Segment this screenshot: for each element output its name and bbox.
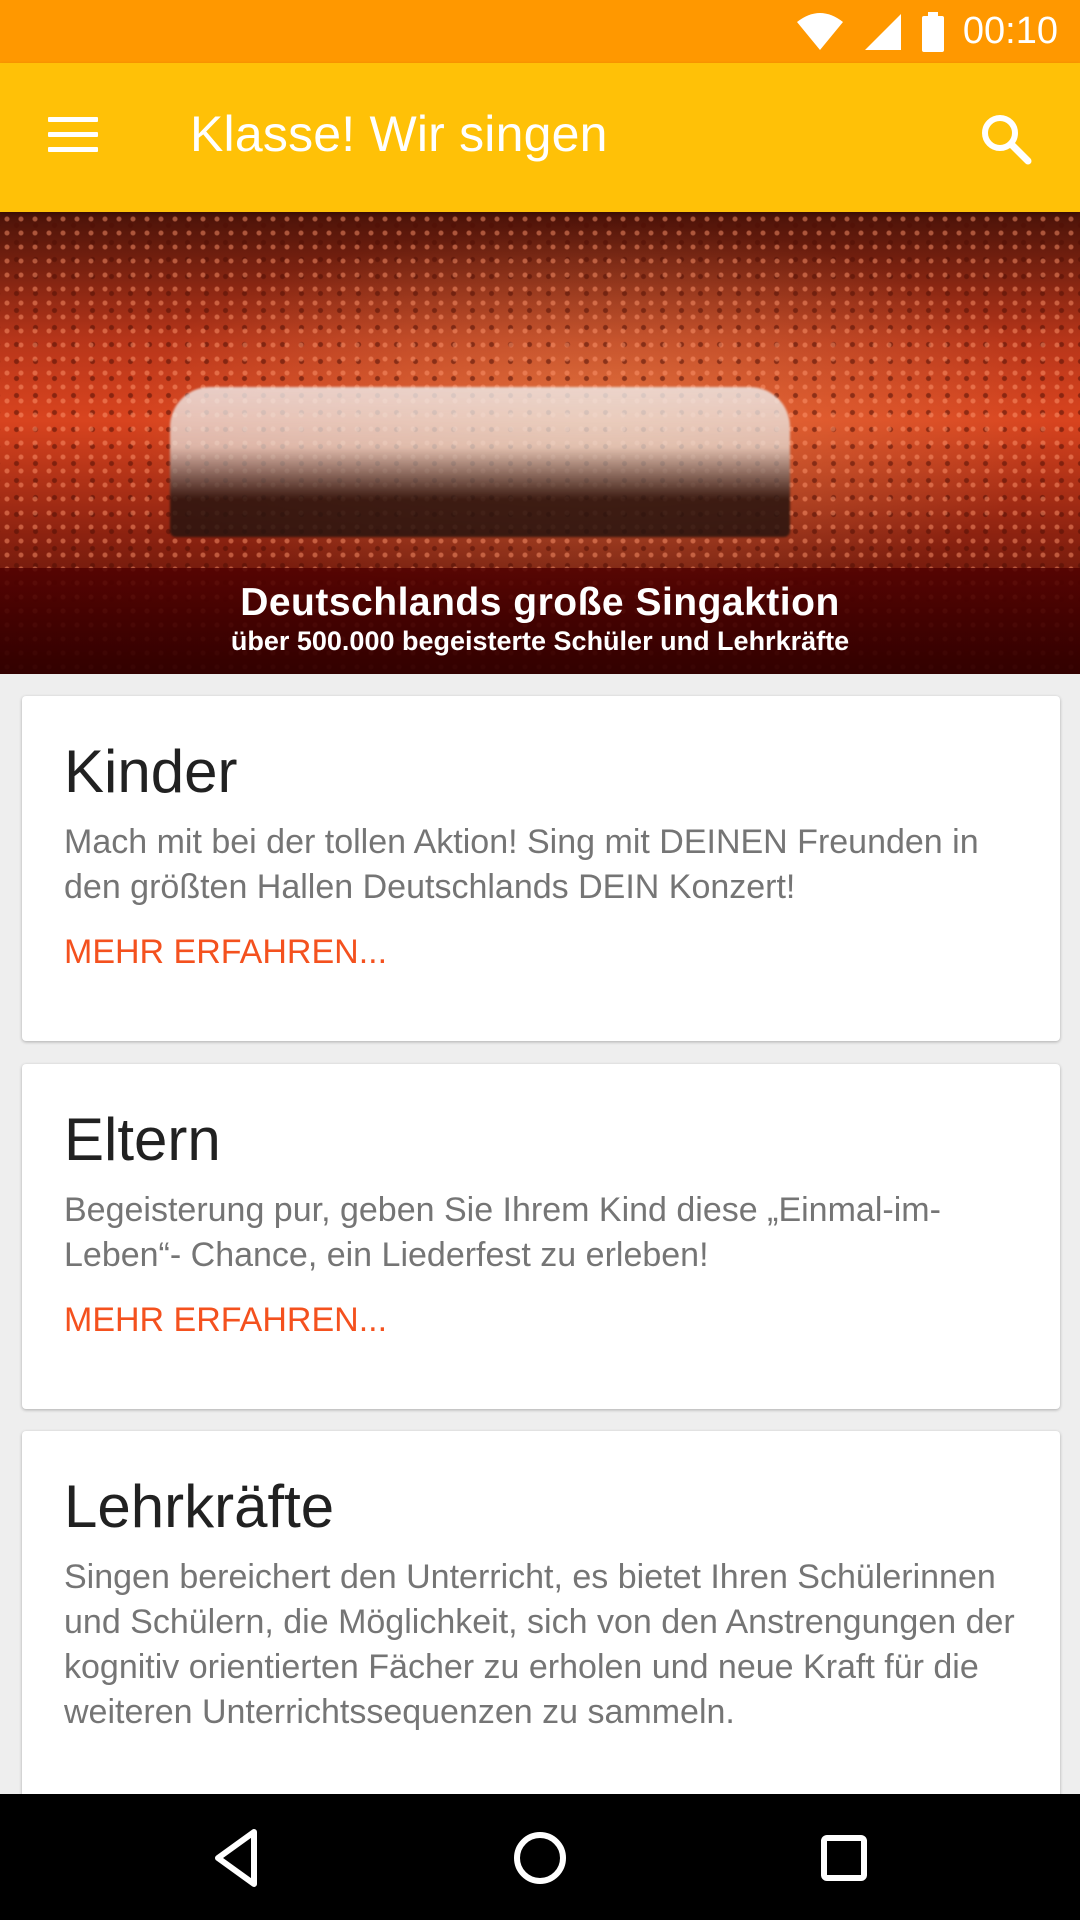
- navigation-bar: [0, 1794, 1080, 1920]
- menu-icon[interactable]: [48, 117, 98, 157]
- wifi-icon: [795, 12, 845, 52]
- hero-subtitle: über 500.000 begeisterte Schüler und Leh…: [230, 626, 850, 656]
- card-title: Eltern: [64, 1106, 221, 1173]
- cell-signal-icon: [863, 12, 903, 52]
- card-title: Lehrkräfte: [64, 1473, 335, 1540]
- app-bar: Klasse! Wir singen: [0, 63, 1080, 212]
- hero-title: Deutschlands große Singaktion: [240, 581, 840, 624]
- recents-icon[interactable]: [812, 1826, 876, 1890]
- hero-image: Deutschlands große Singaktion über 500.0…: [0, 212, 1080, 674]
- back-icon[interactable]: [206, 1826, 270, 1890]
- stage-area: [170, 387, 790, 537]
- search-icon[interactable]: [978, 111, 1034, 167]
- home-icon[interactable]: [508, 1826, 572, 1890]
- app-title: Klasse! Wir singen: [190, 106, 608, 162]
- status-bar: 00:10: [0, 0, 1080, 63]
- card-lehrkraefte[interactable]: Lehrkräfte Singen bereichert den Unterri…: [22, 1431, 1060, 1851]
- more-link[interactable]: MEHR ERFAHREN...: [64, 1298, 387, 1342]
- card-eltern[interactable]: Eltern Begeisterung pur, geben Sie Ihrem…: [22, 1064, 1060, 1409]
- card-title: Kinder: [64, 738, 238, 805]
- screen: 00:10 Klasse! Wir singen Deutschlands gr…: [0, 0, 1080, 1920]
- card-body: Singen bereichert den Unterricht, es bie…: [64, 1558, 1015, 1731]
- hero-banner: Deutschlands große Singaktion über 500.0…: [0, 568, 1080, 674]
- card-kinder[interactable]: Kinder Mach mit bei der tollen Aktion! S…: [22, 696, 1060, 1041]
- more-link[interactable]: MEHR ERFAHREN...: [64, 930, 387, 974]
- battery-icon: [921, 11, 945, 52]
- card-body: Begeisterung pur, geben Sie Ihrem Kind d…: [64, 1191, 941, 1274]
- card-body: Mach mit bei der tollen Aktion! Sing mit…: [64, 823, 979, 906]
- status-time: 00:10: [962, 10, 1058, 52]
